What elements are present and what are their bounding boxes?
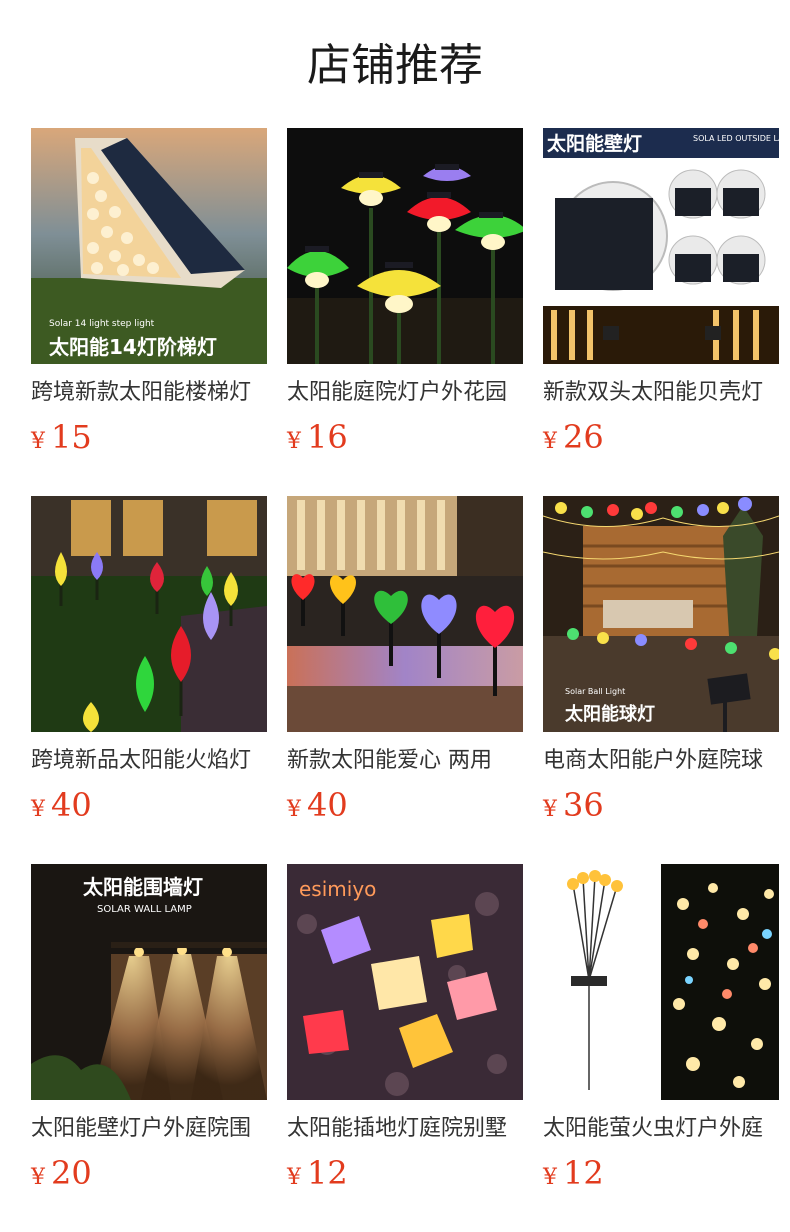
product-name[interactable]: 新款双头太阳能贝壳灯: [543, 376, 779, 410]
price-value: 26: [563, 418, 604, 456]
product-image[interactable]: [31, 496, 267, 732]
currency-symbol: ¥: [287, 797, 301, 822]
image-subtext: Solar Ball Light: [565, 687, 625, 696]
currency-symbol: ¥: [287, 429, 301, 454]
price-value: 16: [307, 418, 348, 456]
product-price: ¥12: [287, 1154, 348, 1194]
product-image[interactable]: [543, 864, 779, 1100]
product-price: ¥12: [543, 1154, 604, 1194]
product-name[interactable]: 电商太阳能户外庭院球: [543, 744, 779, 778]
currency-symbol: ¥: [543, 429, 557, 454]
product-image[interactable]: 太阳能壁灯 SOLA LED OUTSIDE LAMP: [543, 128, 779, 364]
product-price: ¥20: [31, 1154, 92, 1194]
image-label: 太阳能球灯: [565, 703, 655, 725]
product-name[interactable]: 新款太阳能爱心 两用: [287, 744, 523, 778]
image-label: 太阳能围墙灯: [83, 875, 203, 899]
currency-symbol: ¥: [543, 797, 557, 822]
price-value: 40: [51, 786, 92, 824]
price-value: 36: [563, 786, 604, 824]
product-name[interactable]: 跨境新品太阳能火焰灯: [31, 744, 267, 778]
product-name[interactable]: 太阳能萤火虫灯户外庭: [543, 1112, 779, 1146]
product-name[interactable]: 跨境新款太阳能楼梯灯: [31, 376, 267, 410]
currency-symbol: ¥: [287, 1165, 301, 1190]
product-image[interactable]: Solar 14 light step light 太阳能14灯阶梯灯: [31, 128, 267, 364]
currency-symbol: ¥: [543, 1165, 557, 1190]
image-subtext: SOLA LED OUTSIDE LAMP: [693, 134, 779, 143]
product-name[interactable]: 太阳能插地灯庭院别墅: [287, 1112, 523, 1146]
product-price: ¥15: [31, 418, 92, 458]
currency-symbol: ¥: [31, 797, 45, 822]
page-title: 店铺推荐: [307, 40, 483, 91]
product-name[interactable]: 太阳能庭院灯户外花园: [287, 376, 523, 410]
price-value: 12: [307, 1154, 348, 1192]
image-subtext: Solar 14 light step light: [49, 319, 155, 329]
product-price: ¥26: [543, 418, 604, 458]
price-value: 15: [51, 418, 92, 456]
product-name[interactable]: 太阳能壁灯户外庭院围: [31, 1112, 267, 1146]
currency-symbol: ¥: [31, 1165, 45, 1190]
price-value: 20: [51, 1154, 92, 1192]
product-image[interactable]: [287, 128, 523, 364]
product-image[interactable]: esimiyo: [287, 864, 523, 1100]
product-price: ¥40: [31, 786, 92, 826]
price-value: 40: [307, 786, 348, 824]
product-image[interactable]: 太阳能围墙灯 SOLAR WALL LAMP: [31, 864, 267, 1100]
product-price: ¥36: [543, 786, 604, 826]
price-value: 12: [563, 1154, 604, 1192]
product-image[interactable]: [287, 496, 523, 732]
image-label: 太阳能14灯阶梯灯: [49, 335, 217, 359]
image-label: 太阳能壁灯: [547, 132, 642, 155]
image-subtext: SOLAR WALL LAMP: [97, 904, 192, 915]
product-price: ¥16: [287, 418, 348, 458]
product-image[interactable]: Solar Ball Light 太阳能球灯: [543, 496, 779, 732]
image-brand: esimiyo: [299, 877, 376, 901]
currency-symbol: ¥: [31, 429, 45, 454]
product-price: ¥40: [287, 786, 348, 826]
